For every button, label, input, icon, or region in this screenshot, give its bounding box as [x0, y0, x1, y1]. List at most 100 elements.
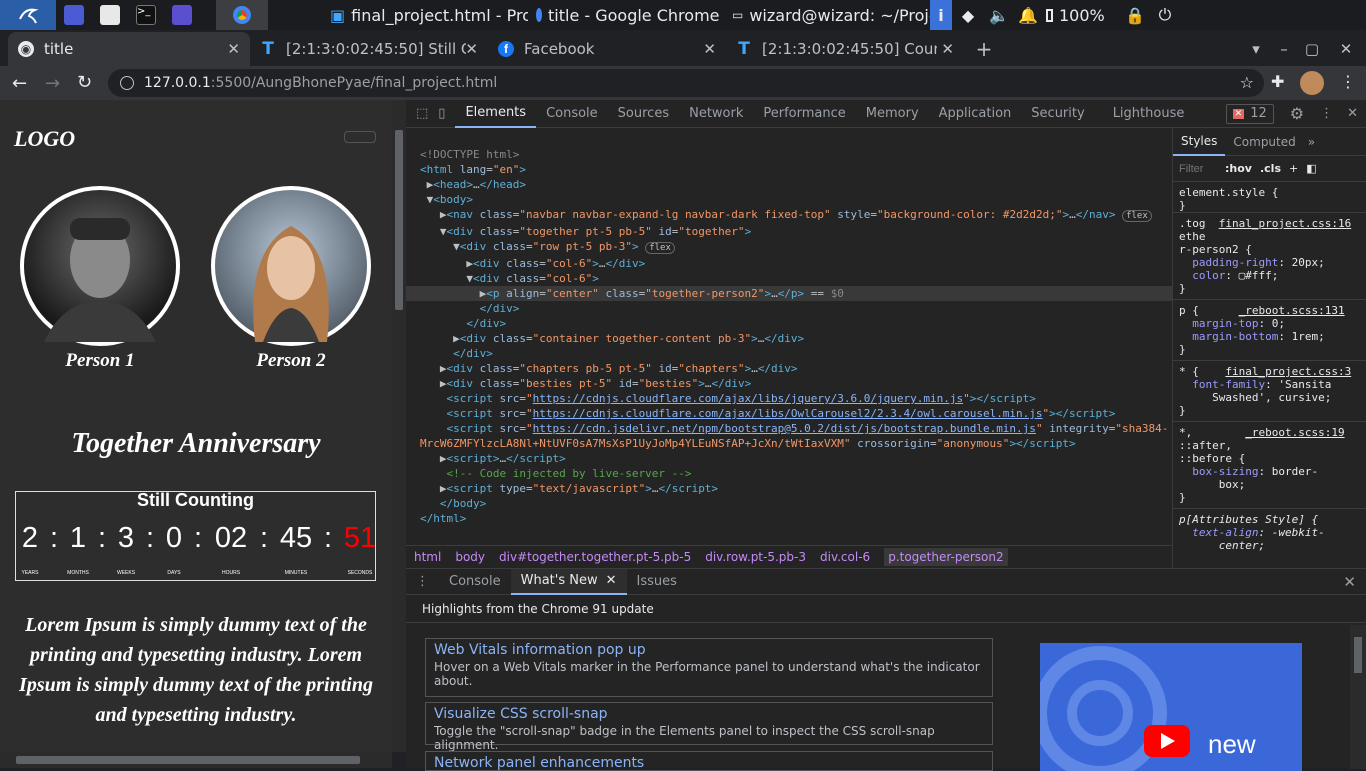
news-title[interactable]: Web Vitals information pop up: [434, 642, 984, 658]
more-options-icon[interactable]: ⋮: [1314, 100, 1339, 128]
tab-search-icon[interactable]: ▾: [1242, 32, 1270, 66]
counter-label: HOURS: [221, 570, 241, 576]
close-devtools-icon[interactable]: ✕: [1339, 100, 1366, 128]
reload-icon[interactable]: ↻: [77, 72, 92, 93]
cls-toggle[interactable]: .cls: [1260, 162, 1281, 175]
add-rule-icon[interactable]: +: [1289, 162, 1298, 175]
counter-label: YEARS: [21, 570, 39, 576]
back-icon[interactable]: ←: [12, 73, 27, 94]
close-drawer-icon[interactable]: ✕: [1333, 569, 1366, 595]
device-toolbar-icon[interactable]: ▯: [438, 100, 455, 128]
close-icon[interactable]: ✕: [606, 573, 617, 588]
styles-filter-input[interactable]: [1179, 162, 1217, 175]
minimize-icon[interactable]: –: [1270, 32, 1298, 66]
breadcrumb-item[interactable]: body: [455, 550, 485, 564]
extensions-icon[interactable]: ✚: [1271, 72, 1284, 91]
files-icon[interactable]: [92, 0, 128, 30]
page-horizontal-scrollbar[interactable]: [0, 752, 392, 768]
inspect-icon[interactable]: ⬚: [406, 100, 438, 128]
news-title[interactable]: Visualize CSS scroll-snap: [434, 706, 984, 722]
wifi-icon[interactable]: ◆: [952, 0, 984, 30]
hscroll-thumb[interactable]: [16, 756, 360, 764]
tab-sources[interactable]: Sources: [608, 100, 679, 128]
drawer-tab-console[interactable]: Console: [439, 569, 511, 595]
breadcrumb-item[interactable]: div.col-6: [820, 550, 870, 564]
info-circle-icon: [120, 76, 134, 90]
news-title[interactable]: Network panel enhancements: [434, 755, 984, 770]
news-card[interactable]: Web Vitals information pop up Hover on a…: [425, 638, 993, 697]
issues-badge[interactable]: ✕ 12: [1225, 103, 1274, 124]
info-icon[interactable]: i: [930, 0, 952, 30]
close-icon[interactable]: ✕: [941, 40, 954, 58]
tab-computed[interactable]: Computed: [1225, 135, 1303, 149]
kali-menu-icon[interactable]: [0, 0, 56, 30]
tab-title[interactable]: ◉ title ✕: [8, 32, 250, 66]
drawer-tab-issues[interactable]: Issues: [627, 569, 687, 595]
taskbar-app-terminal[interactable]: ▭ wizard@wizard: ~/Proje...: [724, 0, 930, 30]
terminal-icon[interactable]: >_: [128, 0, 164, 30]
tab-console[interactable]: Console: [536, 100, 608, 128]
tab-count-up[interactable]: T [2:1:3:0:02:45:50] Count U ✕: [726, 32, 964, 66]
tab-security[interactable]: Security: [1021, 100, 1094, 128]
tab-facebook[interactable]: f Facebook ✕: [488, 32, 726, 66]
tab-still-counting[interactable]: T [2:1:3:0:02:45:50] Still Cou ✕: [250, 32, 488, 66]
breadcrumb-item[interactable]: html: [414, 550, 441, 564]
tab-performance[interactable]: Performance: [753, 100, 855, 128]
tab-styles[interactable]: Styles: [1173, 128, 1226, 156]
close-icon[interactable]: ✕: [227, 40, 240, 58]
desktop-icon[interactable]: [56, 0, 92, 30]
page-vertical-scrollbar[interactable]: [392, 100, 406, 752]
address-bar[interactable]: 127.0.0.1:5500/AungBhonePyae/final_proje…: [108, 69, 1264, 97]
news-card[interactable]: Network panel enhancements: [425, 751, 993, 771]
person2-name: Person 2: [256, 350, 326, 371]
breadcrumb-item[interactable]: p.together-person2: [884, 547, 1008, 566]
maximize-icon[interactable]: ▢: [1298, 32, 1326, 66]
taskbar-app-chrome[interactable]: title - Google Chrome: [528, 0, 724, 30]
css-rules[interactable]: element.style { } .tog final_project.css…: [1173, 182, 1366, 560]
news-card[interactable]: Visualize CSS scroll-snap Toggle the "sc…: [425, 702, 993, 752]
sidebar-toggle-icon[interactable]: ◧: [1306, 162, 1316, 175]
forward-icon[interactable]: →: [45, 73, 60, 94]
window-close-icon[interactable]: ✕: [1326, 32, 1366, 66]
close-icon[interactable]: ✕: [465, 40, 478, 58]
bell-icon[interactable]: 🔔: [1014, 0, 1042, 30]
battery-indicator[interactable]: 100%: [1042, 0, 1120, 30]
tab-lighthouse[interactable]: Lighthouse: [1103, 100, 1195, 128]
devtools-tabbar: ⬚ ▯ Elements Console Sources Network Per…: [406, 100, 1366, 128]
hov-toggle[interactable]: :hov: [1225, 162, 1252, 175]
breadcrumb-item[interactable]: div.row.pt-5.pb-3: [705, 550, 806, 564]
typora-icon: T: [262, 39, 274, 59]
counter-separator: :: [50, 522, 59, 554]
chrome-icon[interactable]: [216, 0, 268, 30]
lock-icon[interactable]: 🔒: [1120, 0, 1150, 30]
counter-value: 0: [165, 522, 183, 554]
recorder-icon[interactable]: [164, 0, 200, 30]
more-tabs-icon[interactable]: »: [1304, 135, 1319, 149]
dom-tree[interactable]: <!DOCTYPE html> <html lang="en"> ▶<head>…: [406, 130, 1172, 544]
navbar-toggler[interactable]: [344, 131, 376, 143]
tab-network[interactable]: Network: [679, 100, 753, 128]
breadcrumb-item[interactable]: div#together.together.pt-5.pb-5: [499, 550, 691, 564]
tab-application[interactable]: Application: [929, 100, 1022, 128]
tab-memory[interactable]: Memory: [856, 100, 929, 128]
power-icon[interactable]: ⏻: [1150, 0, 1180, 30]
bookmark-star-icon[interactable]: ☆: [1240, 73, 1254, 92]
logo[interactable]: LOGO: [14, 126, 75, 152]
volume-icon[interactable]: 🔈: [984, 0, 1014, 30]
news-desc: Toggle the "scroll-snap" badge in the El…: [434, 724, 935, 752]
counter-value: 45: [279, 522, 313, 554]
drawer-tab-whats-new[interactable]: What's New ✕: [510, 568, 627, 595]
taskbar-app-editor[interactable]: ▣ final_project.html - Proj...: [322, 0, 528, 30]
drawer-scrollbar[interactable]: [1350, 625, 1366, 769]
menu-icon[interactable]: ⋮: [1340, 72, 1356, 91]
video-thumbnail[interactable]: new: [1040, 643, 1302, 771]
tab-elements[interactable]: Elements: [455, 100, 537, 128]
drawer-scroll-thumb[interactable]: [1354, 637, 1362, 673]
new-tab-button[interactable]: +: [964, 32, 1004, 66]
settings-gear-icon[interactable]: ⚙: [1280, 100, 1314, 128]
avatar[interactable]: [1300, 71, 1324, 95]
close-icon[interactable]: ✕: [703, 40, 716, 58]
drawer-menu-icon[interactable]: ⋮: [406, 569, 439, 595]
news-desc: Hover on a Web Vitals marker in the Perf…: [434, 660, 980, 688]
scrollbar-thumb[interactable]: [395, 130, 403, 310]
